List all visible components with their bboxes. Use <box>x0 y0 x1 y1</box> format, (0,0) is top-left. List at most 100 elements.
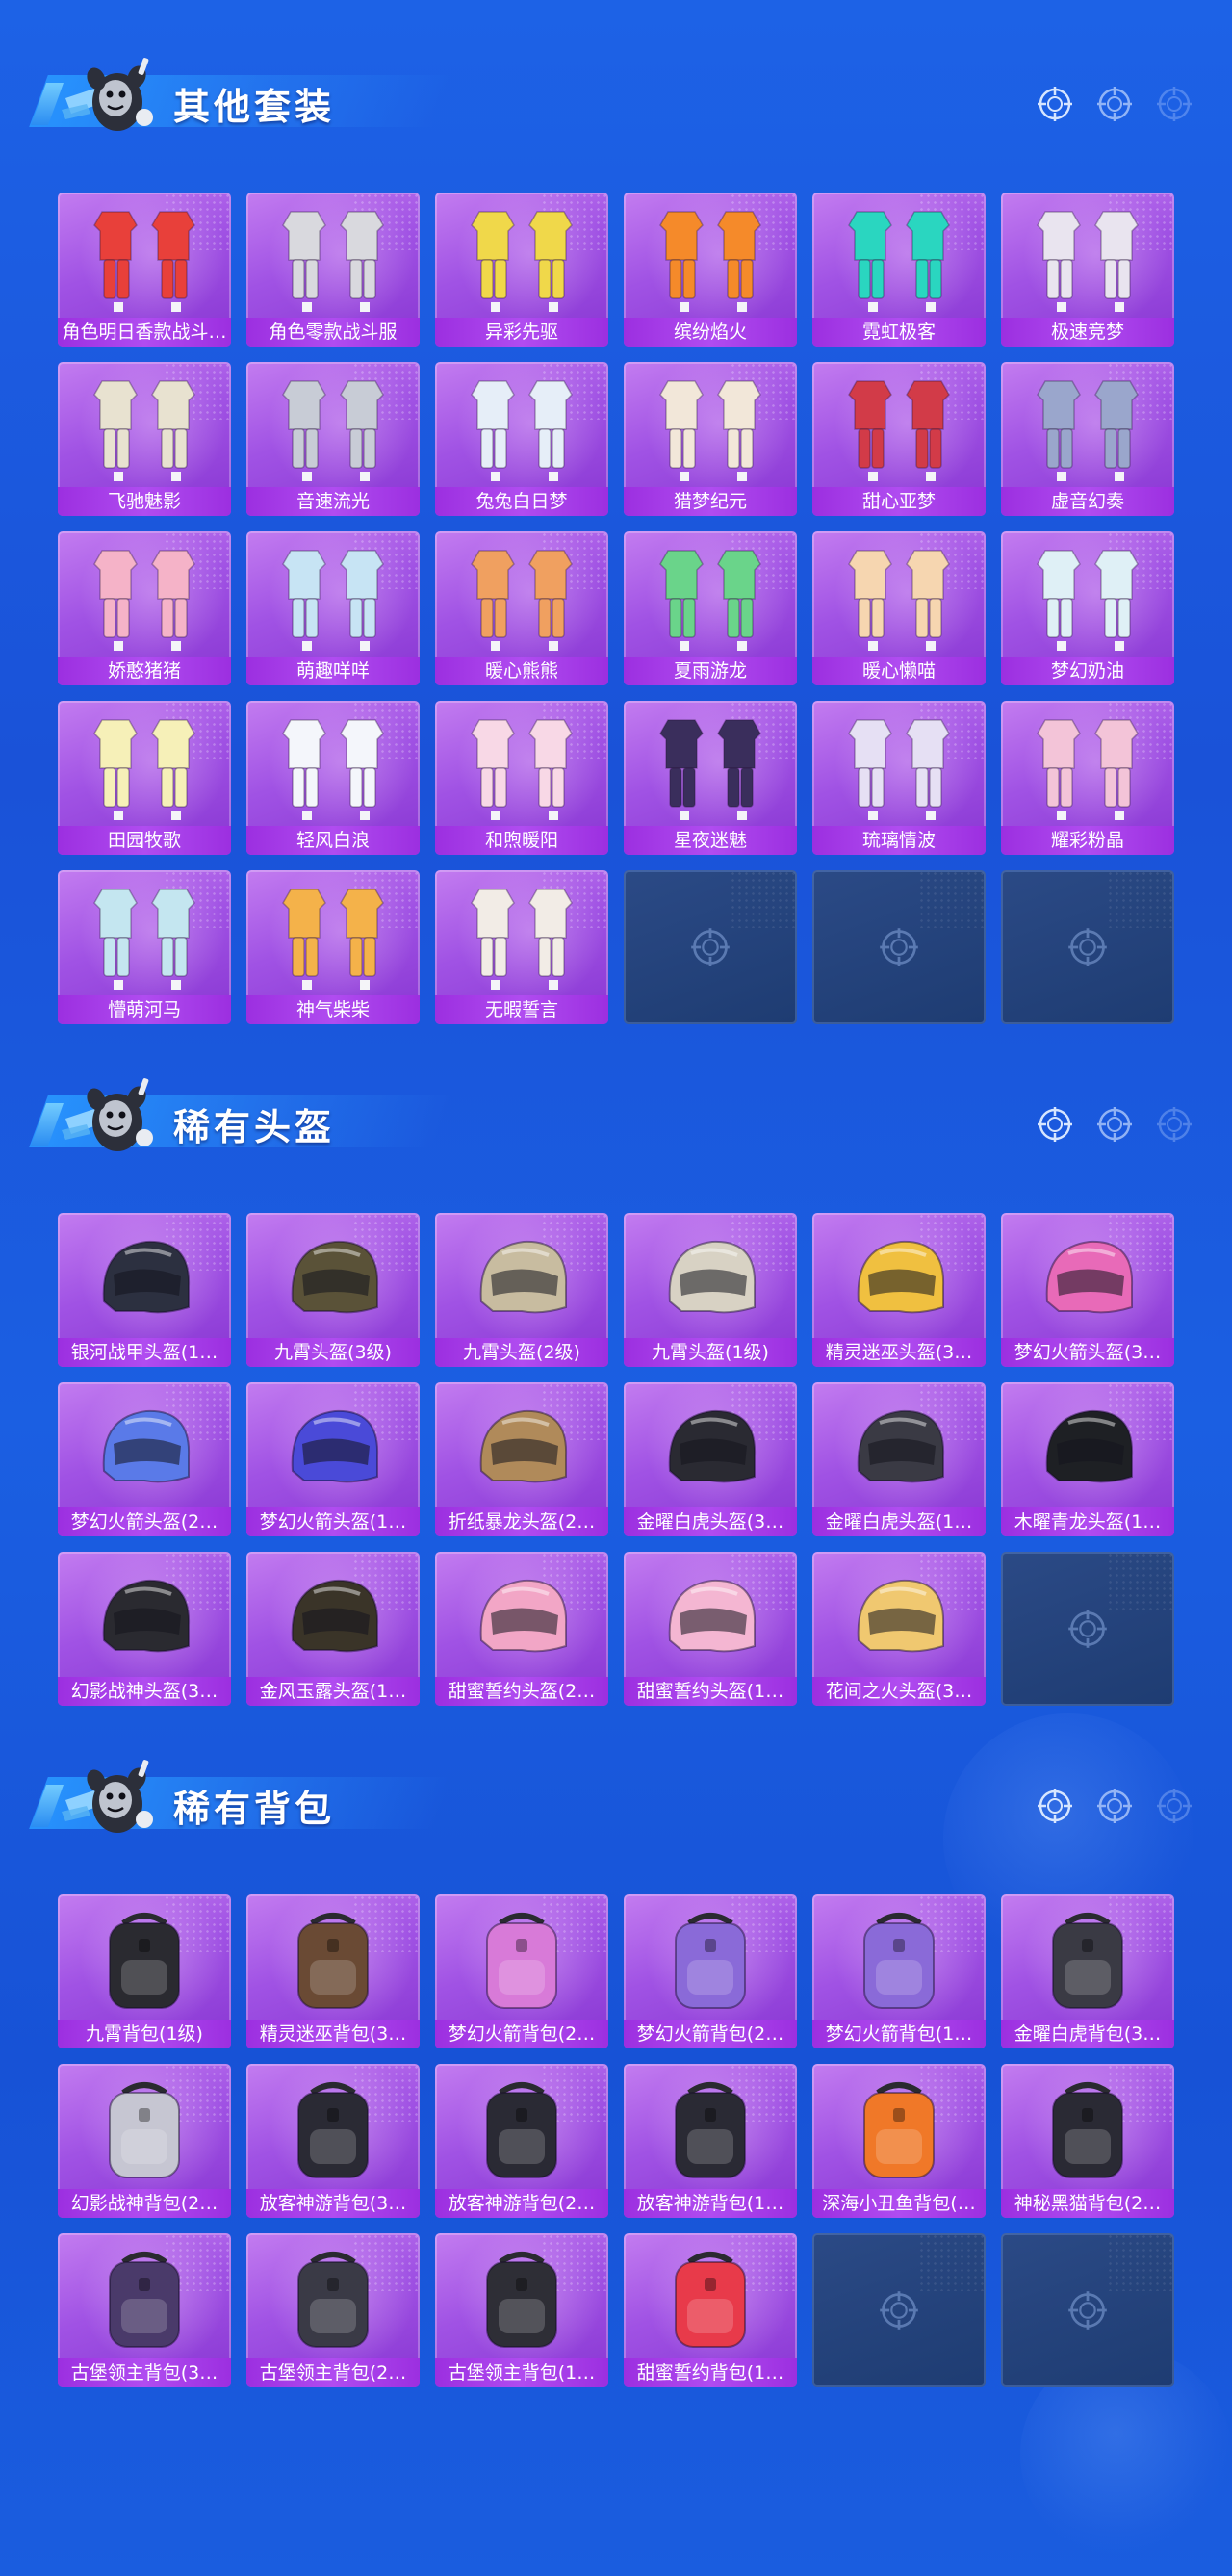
suit-item-card[interactable]: 兔兔白日梦 <box>435 362 608 516</box>
item-name: 无暇誓言 <box>435 995 608 1024</box>
backpack-item-card[interactable]: 深海小丑鱼背包(… <box>812 2064 986 2218</box>
helmet-item-card[interactable]: 梦幻火箭头盔(1… <box>246 1382 420 1536</box>
suit-item-card[interactable]: 角色零款战斗服 <box>246 193 420 347</box>
suit-item-card[interactable]: 暖心懒喵 <box>812 531 986 685</box>
suit-item-card[interactable]: 甜心亚梦 <box>812 362 986 516</box>
item-name: 星夜迷魅 <box>624 826 797 855</box>
backpack-icon <box>246 1900 420 2018</box>
suit-item-card[interactable]: 耀彩粉晶 <box>1001 701 1174 855</box>
backpack-item-card[interactable]: 九霄背包(1级) <box>58 1894 231 2048</box>
suit-item-card[interactable]: 无暇誓言 <box>435 870 608 1024</box>
section-title: 稀有头盔 <box>173 1106 336 1148</box>
item-name: 放客神游背包(1… <box>624 2189 797 2218</box>
suit-item-card[interactable]: 霓虹极客 <box>812 193 986 347</box>
helmet-item-card[interactable]: 九霄头盔(1级) <box>624 1213 797 1367</box>
backpack-item-card[interactable]: 古堡领主背包(3… <box>58 2233 231 2387</box>
crosshair-decoration <box>1036 85 1194 123</box>
suit-icon <box>58 876 231 993</box>
item-name: 金风玉露头盔(1… <box>246 1677 420 1706</box>
item-name: 暖心懒喵 <box>812 657 986 685</box>
crosshair-icon <box>1066 926 1109 968</box>
helmet-item-card[interactable]: 梦幻火箭头盔(2… <box>58 1382 231 1536</box>
backpack-item-card[interactable]: 甜蜜誓约背包(1… <box>624 2233 797 2387</box>
item-grid: 角色明日香款战斗… 角色零款战斗服 异彩先驱 缤纷焰火 霓虹极客 极速竞梦 飞驰… <box>58 193 1174 1024</box>
suit-icon <box>624 537 797 655</box>
suit-item-card[interactable]: 极速竞梦 <box>1001 193 1174 347</box>
item-name: 轻风白浪 <box>246 826 420 855</box>
item-name: 极速竞梦 <box>1001 318 1174 347</box>
suit-item-card[interactable]: 缤纷焰火 <box>624 193 797 347</box>
helmet-icon <box>435 1388 608 1506</box>
helmet-item-card[interactable]: 金曜白虎头盔(3… <box>624 1382 797 1536</box>
suit-item-card[interactable]: 琉璃情波 <box>812 701 986 855</box>
suit-item-card[interactable]: 角色明日香款战斗… <box>58 193 231 347</box>
helmet-icon <box>435 1558 608 1675</box>
backpack-item-card[interactable]: 梦幻火箭背包(2… <box>624 1894 797 2048</box>
helmet-icon <box>435 1219 608 1336</box>
helmet-item-card[interactable]: 九霄头盔(2级) <box>435 1213 608 1367</box>
section-backpack: 稀有背包 九霄背包(1级) 精灵迷巫背包(3… 梦幻火箭背包(2… 梦幻火箭背包… <box>0 1740 1232 2387</box>
helmet-item-card[interactable]: 金风玉露头盔(1… <box>246 1552 420 1706</box>
backpack-item-card[interactable]: 梦幻火箭背包(1… <box>812 1894 986 2048</box>
suit-item-card[interactable]: 虚音幻奏 <box>1001 362 1174 516</box>
card-pattern <box>918 870 986 928</box>
backpack-item-card[interactable]: 神秘黑猫背包(2… <box>1001 2064 1174 2218</box>
crosshair-icon <box>1036 1105 1074 1144</box>
suit-item-card[interactable]: 暖心熊熊 <box>435 531 608 685</box>
helmet-item-card[interactable]: 九霄头盔(3级) <box>246 1213 420 1367</box>
item-name: 飞驰魅影 <box>58 487 231 516</box>
helmet-item-card[interactable]: 甜蜜誓约头盔(1… <box>624 1552 797 1706</box>
suit-item-card[interactable]: 夏雨游龙 <box>624 531 797 685</box>
suit-item-card[interactable]: 异彩先驱 <box>435 193 608 347</box>
suit-item-card[interactable]: 神气柴柴 <box>246 870 420 1024</box>
backpack-item-card[interactable]: 精灵迷巫背包(3… <box>246 1894 420 2048</box>
item-name: 甜心亚梦 <box>812 487 986 516</box>
item-name: 音速流光 <box>246 487 420 516</box>
crosshair-icon <box>1066 1608 1109 1650</box>
helmet-item-card[interactable]: 甜蜜誓约头盔(2… <box>435 1552 608 1706</box>
helmet-item-card[interactable]: 花间之火头盔(3… <box>812 1552 986 1706</box>
helmet-item-card[interactable]: 银河战甲头盔(1… <box>58 1213 231 1367</box>
helmet-item-card[interactable]: 木曜青龙头盔(1… <box>1001 1382 1174 1536</box>
suit-item-card[interactable]: 田园牧歌 <box>58 701 231 855</box>
suit-item-card[interactable]: 萌趣咩咩 <box>246 531 420 685</box>
helmet-item-card[interactable]: 精灵迷巫头盔(3… <box>812 1213 986 1367</box>
helmet-item-card[interactable]: 幻影战神头盔(3… <box>58 1552 231 1706</box>
item-name: 金曜白虎头盔(3… <box>624 1507 797 1536</box>
suit-item-card[interactable]: 轻风白浪 <box>246 701 420 855</box>
suit-item-card[interactable]: 懵萌河马 <box>58 870 231 1024</box>
backpack-item-card[interactable]: 放客神游背包(1… <box>624 2064 797 2218</box>
suit-icon <box>1001 198 1174 316</box>
helmet-item-card[interactable]: 梦幻火箭头盔(3… <box>1001 1213 1174 1367</box>
suit-icon <box>246 368 420 485</box>
item-name: 木曜青龙头盔(1… <box>1001 1507 1174 1536</box>
item-grid: 银河战甲头盔(1… 九霄头盔(3级) 九霄头盔(2级) 九霄头盔(1级) 精灵迷… <box>58 1213 1174 1706</box>
backpack-icon <box>624 2239 797 2357</box>
suit-icon <box>1001 707 1174 824</box>
helmet-item-card[interactable]: 折纸暴龙头盔(2… <box>435 1382 608 1536</box>
helmet-icon <box>58 1558 231 1675</box>
suit-icon <box>58 537 231 655</box>
helmet-icon <box>624 1219 797 1336</box>
suit-item-card[interactable]: 梦幻奶油 <box>1001 531 1174 685</box>
suit-item-card[interactable]: 飞驰魅影 <box>58 362 231 516</box>
backpack-item-card[interactable]: 放客神游背包(2… <box>435 2064 608 2218</box>
suit-icon <box>435 537 608 655</box>
backpack-item-card[interactable]: 古堡领主背包(1… <box>435 2233 608 2387</box>
section-helmet: 稀有头盔 银河战甲头盔(1… 九霄头盔(3级) 九霄头盔(2级) 九霄头盔(1级… <box>0 1059 1232 1706</box>
item-name: 萌趣咩咩 <box>246 657 420 685</box>
backpack-item-card[interactable]: 幻影战神背包(2… <box>58 2064 231 2218</box>
card-pattern <box>918 2233 986 2291</box>
suit-item-card[interactable]: 猎梦纪元 <box>624 362 797 516</box>
suit-item-card[interactable]: 星夜迷魅 <box>624 701 797 855</box>
backpack-item-card[interactable]: 放客神游背包(3… <box>246 2064 420 2218</box>
backpack-item-card[interactable]: 梦幻火箭背包(2… <box>435 1894 608 2048</box>
backpack-item-card[interactable]: 金曜白虎背包(3… <box>1001 1894 1174 2048</box>
suit-item-card[interactable]: 娇憨猪猪 <box>58 531 231 685</box>
backpack-item-card[interactable]: 古堡领主背包(2… <box>246 2233 420 2387</box>
backpack-icon <box>624 1900 797 2018</box>
suit-item-card[interactable]: 音速流光 <box>246 362 420 516</box>
suit-item-card[interactable]: 和煦暖阳 <box>435 701 608 855</box>
helmet-item-card[interactable]: 金曜白虎头盔(1… <box>812 1382 986 1536</box>
suit-icon <box>58 368 231 485</box>
